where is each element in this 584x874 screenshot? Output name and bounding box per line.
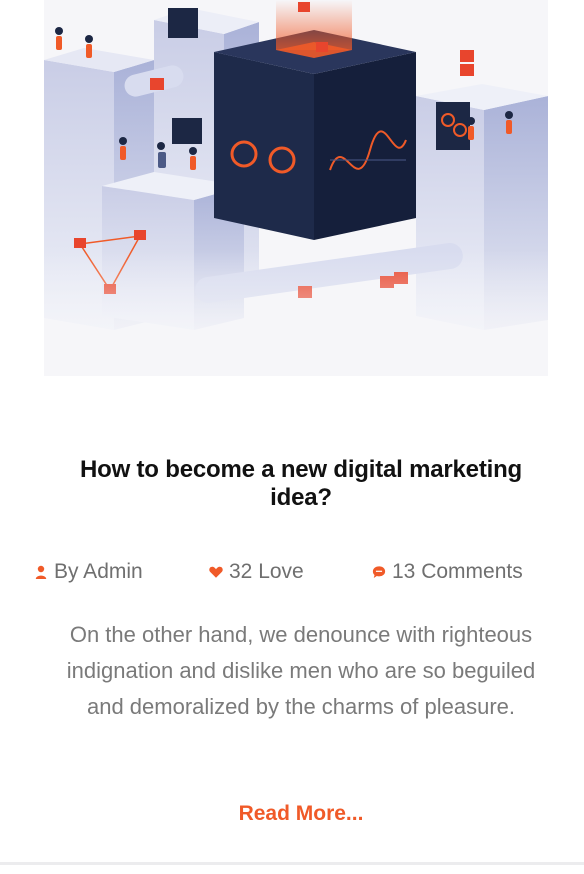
heart-icon — [209, 564, 223, 580]
likes-label: 32 Love — [229, 560, 304, 583]
comment-icon — [372, 564, 386, 580]
post-author[interactable]: By Admin — [34, 558, 143, 586]
read-more-link[interactable]: Read More... — [0, 802, 584, 826]
post-likes[interactable]: 32 Love — [209, 558, 304, 586]
divider — [0, 862, 584, 865]
comments-label: 13 Comments — [392, 560, 523, 583]
author-label: By Admin — [54, 560, 143, 583]
post-title[interactable]: How to become a new digital marketing id… — [60, 456, 542, 512]
post-comments[interactable]: 13 Comments — [372, 558, 523, 586]
post-excerpt: On the other hand, we denounce with righ… — [66, 622, 536, 719]
isometric-data-illustration — [44, 0, 548, 376]
blog-post-card: How to become a new digital marketing id… — [0, 0, 584, 874]
user-icon — [34, 564, 48, 580]
featured-image[interactable] — [44, 0, 548, 376]
